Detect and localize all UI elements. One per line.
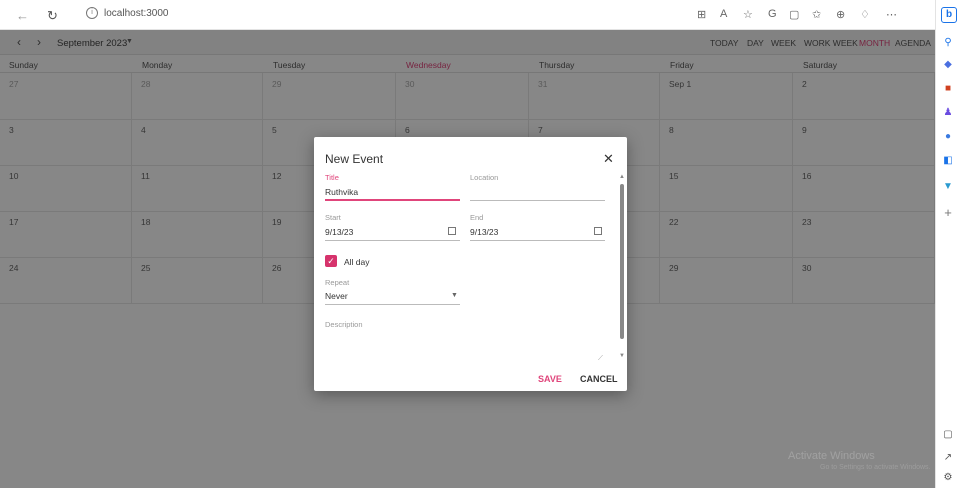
close-icon[interactable]: ✕ <box>603 151 614 167</box>
sidebar-layout-icon[interactable]: ▢ <box>941 428 955 442</box>
more-icon[interactable]: ⋯ <box>886 8 897 21</box>
settings-icon[interactable]: ⚙ <box>941 471 955 485</box>
end-label: End <box>470 213 484 222</box>
repeat-label: Repeat <box>325 278 350 287</box>
collections-icon[interactable]: ⊕ <box>836 8 845 21</box>
extensions-icon[interactable]: ♢ <box>860 8 870 21</box>
outlook-icon[interactable]: ◧ <box>941 154 955 168</box>
allday-checkbox[interactable]: ✓ <box>325 255 337 267</box>
title-label: Title <box>325 173 339 182</box>
favorite-icon[interactable]: ☆ <box>743 8 753 21</box>
add-icon[interactable]: + <box>941 206 955 220</box>
drop-icon[interactable]: ▼ <box>941 180 955 194</box>
tag-icon[interactable]: ◆ <box>941 58 955 72</box>
dialog-title: New Event <box>325 152 384 166</box>
start-label: Start <box>325 213 341 222</box>
scroll-down-icon[interactable]: ▼ <box>619 353 625 359</box>
end-underline <box>470 240 605 241</box>
back-icon[interactable]: ← <box>16 8 29 23</box>
extension-g-icon[interactable]: G <box>768 8 777 20</box>
repeat-chevron-down-icon[interactable]: ▼ <box>451 292 458 299</box>
new-event-dialog: New Event ✕ Title Ruthvika Location Star… <box>314 137 627 391</box>
save-button[interactable]: SAVE <box>538 374 562 384</box>
split-screen-icon[interactable]: ⊞ <box>697 8 706 21</box>
start-calendar-icon[interactable] <box>448 227 456 235</box>
end-date-input[interactable]: 9/13/23 <box>470 227 498 237</box>
allday-label: All day <box>344 257 370 267</box>
location-label: Location <box>470 173 499 182</box>
title-underline <box>325 199 460 201</box>
edge-sidebar: b ⚲ ◆ ■ ♟ ● ◧ ▼ + ▢ ↗ ⚙ <box>935 0 960 488</box>
activate-windows-watermark: Activate Windows <box>788 450 875 462</box>
browser-toolbar: ← ↻ i localhost:3000 ⊞ A ☆ G ▢ ✩ ⊕ ♢ ⋯ <box>0 0 935 30</box>
search-icon[interactable]: ⚲ <box>941 36 955 50</box>
games-icon[interactable]: ● <box>941 130 955 144</box>
activate-windows-subtext: Go to Settings to activate Windows. <box>820 464 931 471</box>
bing-copilot-icon[interactable]: b <box>941 7 957 23</box>
end-calendar-icon[interactable] <box>594 227 602 235</box>
location-underline <box>470 200 605 201</box>
dialog-scrollbar[interactable] <box>620 184 624 339</box>
address-bar[interactable]: localhost:3000 <box>104 8 169 19</box>
repeat-select[interactable]: Never <box>325 291 348 301</box>
description-label: Description <box>325 320 363 329</box>
repeat-underline <box>325 304 460 305</box>
people-icon[interactable]: ♟ <box>941 106 955 120</box>
site-info-icon[interactable]: i <box>86 7 98 19</box>
shopping-icon[interactable]: ■ <box>941 82 955 96</box>
scroll-up-icon[interactable]: ▲ <box>619 174 625 180</box>
favorites-icon[interactable]: ✩ <box>812 8 821 21</box>
start-underline <box>325 240 460 241</box>
start-date-input[interactable]: 9/13/23 <box>325 227 353 237</box>
external-link-icon[interactable]: ↗ <box>941 451 955 465</box>
resize-handle-icon[interactable]: ⟋ <box>598 355 603 363</box>
read-aloud-icon[interactable]: A <box>720 8 727 20</box>
title-input[interactable]: Ruthvika <box>325 187 358 197</box>
refresh-icon[interactable]: ↻ <box>47 8 58 24</box>
cancel-button[interactable]: CANCEL <box>580 374 618 384</box>
tab-icon[interactable]: ▢ <box>789 8 799 21</box>
